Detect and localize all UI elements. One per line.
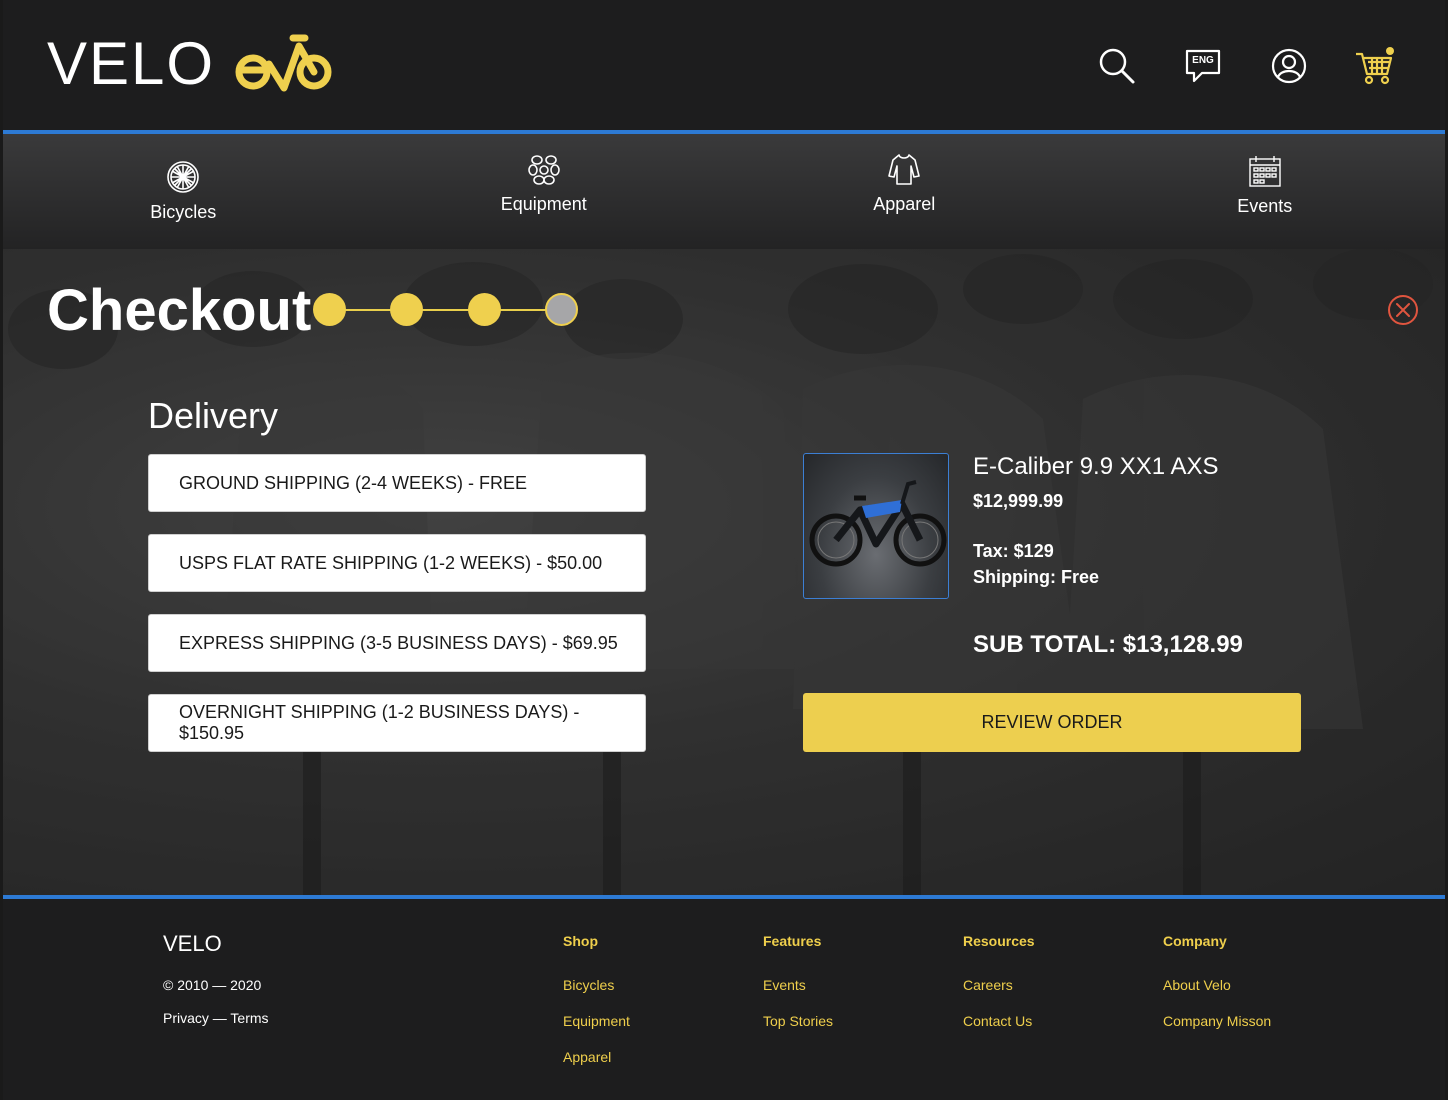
page-title: Checkout bbox=[47, 278, 312, 343]
wheel-icon bbox=[167, 161, 200, 193]
brand[interactable]: VELO bbox=[47, 34, 333, 94]
progress-step-complete bbox=[468, 293, 501, 326]
language-label: ENG bbox=[1192, 55, 1214, 66]
account-icon[interactable] bbox=[1267, 44, 1311, 88]
footer-link-equipment[interactable]: Equipment bbox=[563, 1013, 630, 1049]
shipping-line: Shipping: Free bbox=[973, 567, 1099, 587]
footer-link-about[interactable]: About Velo bbox=[1163, 977, 1271, 1013]
footer-link-careers[interactable]: Careers bbox=[963, 977, 1035, 1013]
main-nav: Bicycles Equipment Apparel Events bbox=[3, 134, 1445, 249]
progress-step-complete bbox=[313, 293, 346, 326]
footer-heading: Shop bbox=[563, 933, 598, 949]
footer-link-apparel[interactable]: Apparel bbox=[563, 1049, 630, 1085]
nav-item-bicycles[interactable]: Bicycles bbox=[3, 134, 364, 249]
product-price: $12,999.99 bbox=[973, 491, 1064, 511]
nav-label: Apparel bbox=[873, 194, 936, 214]
legal-links[interactable]: Privacy — Terms bbox=[163, 1010, 269, 1026]
header-actions: ENG bbox=[1053, 44, 1397, 88]
search-icon[interactable] bbox=[1095, 44, 1139, 88]
footer-heading: Company bbox=[1163, 933, 1227, 949]
footer-heading: Features bbox=[763, 933, 822, 949]
nav-item-apparel[interactable]: Apparel bbox=[724, 118, 1085, 249]
calendar-icon bbox=[1249, 156, 1281, 187]
review-order-button[interactable]: REVIEW ORDER bbox=[803, 693, 1301, 752]
language-icon[interactable]: ENG bbox=[1181, 44, 1225, 88]
site-header: VELO ENG bbox=[3, 0, 1445, 130]
nav-label: Events bbox=[1237, 196, 1293, 216]
cart-icon[interactable] bbox=[1353, 44, 1397, 88]
bike-chain-icon bbox=[527, 155, 560, 185]
checkout-progress bbox=[313, 293, 578, 327]
progress-step-pending bbox=[545, 293, 578, 326]
section-title: Delivery bbox=[148, 395, 279, 436]
footer-link-top-stories[interactable]: Top Stories bbox=[763, 1013, 833, 1049]
footer-link-bicycles[interactable]: Bicycles bbox=[563, 977, 630, 1013]
footer-link-events[interactable]: Events bbox=[763, 977, 833, 1013]
shipping-option-usps[interactable]: USPS FLAT RATE SHIPPING (1-2 WEEKS) - $5… bbox=[148, 534, 646, 592]
shipping-option-ground[interactable]: GROUND SHIPPING (2-4 WEEKS) - FREE bbox=[148, 454, 646, 512]
jersey-icon bbox=[888, 154, 921, 185]
shipping-option-overnight[interactable]: OVERNIGHT SHIPPING (1-2 BUSINESS DAYS) -… bbox=[148, 694, 646, 752]
nav-label: Equipment bbox=[500, 194, 587, 214]
tax-line: Tax: $129 bbox=[973, 541, 1054, 561]
product-name: E-Caliber 9.9 XX1 AXS bbox=[973, 453, 1219, 480]
brand-wordmark: VELO bbox=[47, 30, 216, 97]
progress-track bbox=[329, 309, 562, 311]
nav-label: Bicycles bbox=[150, 202, 217, 222]
close-icon[interactable] bbox=[1387, 294, 1419, 326]
product-image bbox=[803, 453, 949, 599]
e-bike-image bbox=[809, 480, 947, 567]
shipping-option-express[interactable]: EXPRESS SHIPPING (3-5 BUSINESS DAYS) - $… bbox=[148, 614, 646, 672]
footer-link-contact[interactable]: Contact Us bbox=[963, 1013, 1035, 1049]
checkout-section: Checkout Delivery GROUND SHIPPING (2-4 W… bbox=[3, 249, 1445, 895]
footer-brand: VELO bbox=[163, 931, 222, 956]
copyright: © 2010 — 2020 bbox=[163, 977, 262, 993]
footer-column-shop: Shop Bicycles Equipment Apparel bbox=[563, 933, 630, 1085]
bicycle-logo-icon bbox=[235, 34, 332, 92]
progress-step-complete bbox=[390, 293, 423, 326]
footer-column-features: Features Events Top Stories bbox=[763, 933, 833, 1049]
subtotal: SUB TOTAL: $13,128.99 bbox=[973, 631, 1243, 658]
nav-item-events[interactable]: Events bbox=[1085, 122, 1446, 249]
footer-column-resources: Resources Careers Contact Us bbox=[963, 933, 1035, 1049]
footer-link-mission[interactable]: Company Misson bbox=[1163, 1013, 1271, 1049]
footer-column-company: Company About Velo Company Misson bbox=[1163, 933, 1271, 1049]
nav-item-equipment[interactable]: Equipment bbox=[364, 118, 725, 249]
site-footer: VELO © 2010 — 2020 Privacy — Terms Shop … bbox=[3, 899, 1445, 1100]
footer-heading: Resources bbox=[963, 933, 1035, 949]
